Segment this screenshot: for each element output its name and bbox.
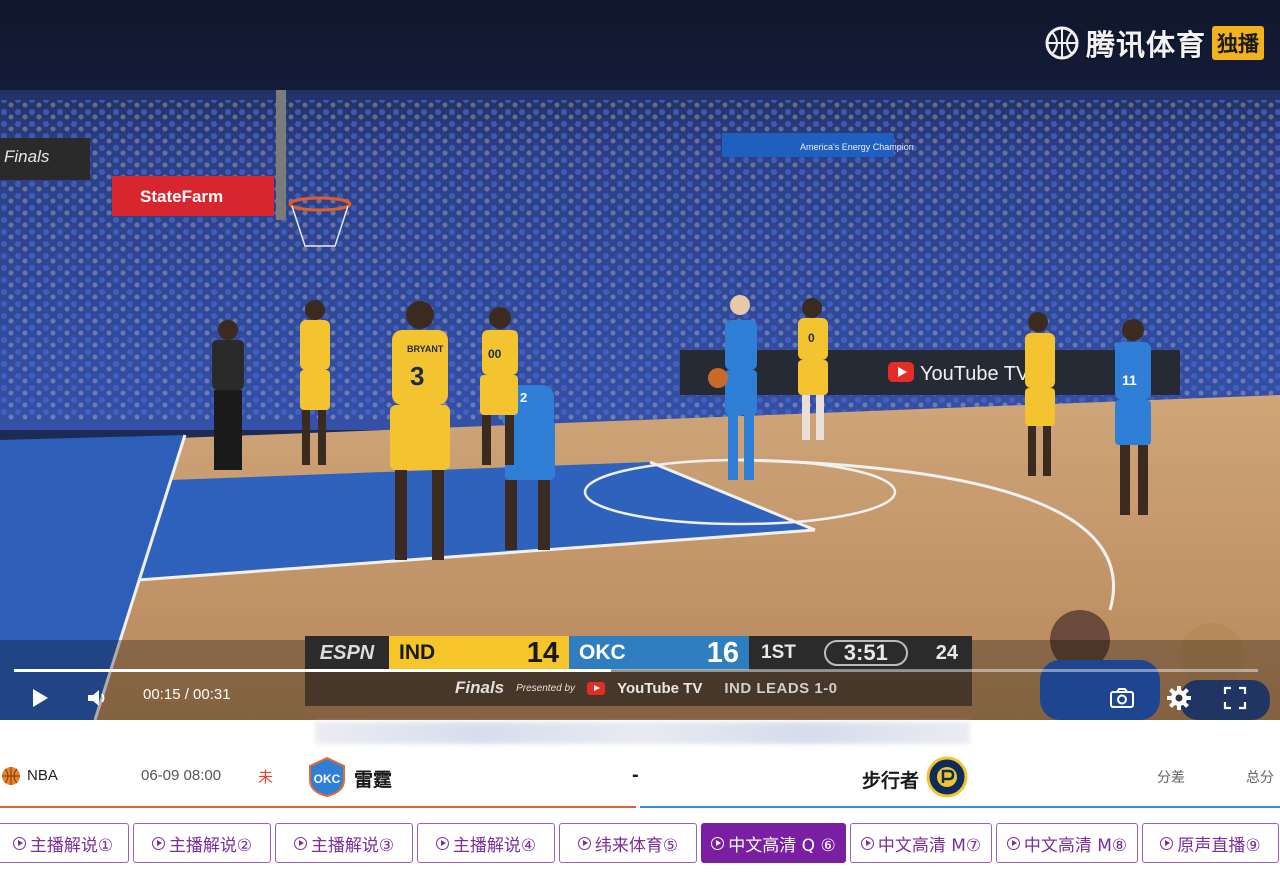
- youtube-icon: [587, 681, 606, 695]
- energy-banner: America's Energy Champion: [722, 133, 914, 157]
- league-name: NBA: [27, 767, 58, 784]
- time-display: 00:15 / 00:31: [143, 686, 231, 703]
- game-clock: 3:51: [823, 640, 908, 666]
- team2-abbr: OKC: [579, 641, 626, 664]
- gear-icon: [1167, 686, 1191, 710]
- pacers-logo-icon: [926, 756, 968, 798]
- svg-text:2: 2: [520, 390, 527, 405]
- team2-score: 16: [706, 636, 739, 669]
- play-icon: [33, 689, 48, 707]
- fullscreen-icon: [1223, 686, 1247, 710]
- finals-logo: Finals: [455, 678, 505, 697]
- okc-logo-icon: OKC: [309, 756, 345, 798]
- basketball-icon: [2, 767, 20, 785]
- video-frame: YouTube TV StateFarm Finals America's En…: [0, 0, 1280, 720]
- sponsor-name: YouTube TV: [617, 679, 703, 697]
- team2-score-box: OKC 16: [569, 636, 749, 670]
- progress-fill: [14, 669, 612, 672]
- total-label: 总分: [1246, 769, 1274, 785]
- network-logo: ESPN: [305, 636, 389, 670]
- team1-score: 14: [526, 636, 559, 669]
- stream-tab-1[interactable]: 主播解说①: [0, 823, 129, 863]
- play-circle-icon: [1160, 836, 1174, 850]
- score-separator: -: [632, 764, 639, 786]
- play-button[interactable]: [26, 684, 54, 712]
- svg-text:StateFarm: StateFarm: [140, 187, 223, 206]
- settings-button[interactable]: [1164, 683, 1194, 713]
- svg-text:America's Energy Champion: America's Energy Champion: [800, 142, 914, 152]
- svg-text:OKC: OKC: [314, 772, 341, 786]
- away-team-name: 步行者: [862, 771, 920, 792]
- statefarm-sign: StateFarm: [112, 176, 274, 216]
- play-circle-icon: [151, 836, 165, 850]
- game-period: 1ST: [761, 642, 796, 663]
- scorebug-footer: Finals Presented by YouTube TV IND LEADS…: [305, 670, 972, 706]
- camera-icon: [1110, 688, 1134, 708]
- volume-icon: [88, 690, 105, 706]
- fullscreen-button[interactable]: [1220, 683, 1250, 713]
- watermark-brand: 腾讯体育: [1085, 28, 1206, 62]
- stream-tab-3[interactable]: 主播解说③: [275, 823, 413, 863]
- stream-tab-9[interactable]: 原声直播⑨: [1142, 823, 1279, 863]
- video-player[interactable]: YouTube TV StateFarm Finals America's En…: [0, 0, 1280, 720]
- referee: [212, 320, 244, 470]
- svg-text:YouTube TV: YouTube TV: [920, 363, 1030, 385]
- stream-tab-4[interactable]: 主播解说④: [417, 823, 555, 863]
- screenshot-button[interactable]: [1107, 683, 1137, 713]
- svg-text:11: 11: [1122, 372, 1137, 388]
- series-status: IND LEADS 1-0: [724, 679, 838, 697]
- home-team-name: 雷霆: [354, 770, 393, 791]
- finals-sign: Finals: [0, 138, 90, 180]
- youtube-tv-sign: YouTube TV: [888, 362, 1030, 385]
- team1-score-box: IND 14: [389, 636, 569, 670]
- home-color-line: [0, 806, 636, 808]
- play-circle-icon: [1006, 836, 1020, 850]
- presented-by: Presented by: [516, 682, 576, 694]
- stream-tab-2[interactable]: 主播解说②: [133, 823, 271, 863]
- play-circle-icon: [12, 836, 26, 850]
- game-datetime: 06-09 08:00: [141, 767, 222, 784]
- play-circle-icon: [860, 836, 874, 850]
- play-circle-icon: [577, 836, 591, 850]
- away-color-line: [640, 806, 1280, 808]
- stream-tab-6[interactable]: 中文高清 Q ⑥: [701, 823, 846, 863]
- progress-bar[interactable]: [14, 669, 1258, 672]
- play-circle-icon: [435, 836, 449, 850]
- basketball-logo-icon: [1045, 26, 1079, 60]
- svg-text:Finals: Finals: [4, 147, 50, 166]
- svg-text:BRYANT: BRYANT: [407, 344, 444, 354]
- watermark-badge: 独播: [1212, 26, 1264, 60]
- tencent-sports-watermark: 腾讯体育 独播: [1044, 22, 1264, 64]
- play-circle-icon: [711, 836, 725, 850]
- stream-tab-5[interactable]: 纬来体育⑤: [559, 823, 697, 863]
- stream-tab-8[interactable]: 中文高清 M⑧: [996, 823, 1138, 863]
- svg-text:0: 0: [808, 331, 815, 345]
- game-info-bar[interactable]: NBA 06-09 08:00 未 OKC 雷霆 - 步行者 分差 总分: [0, 730, 1280, 808]
- shot-clock: 24: [935, 641, 958, 664]
- stream-tab-7[interactable]: 中文高清 M⑦: [850, 823, 992, 863]
- svg-text:3: 3: [410, 361, 424, 391]
- play-circle-icon: [293, 836, 307, 850]
- stream-tabs: 主播解说① 主播解说② 主播解说③ 主播解说④ 纬来体育⑤ 中文高清 Q ⑥ 中…: [0, 823, 1280, 863]
- clock-box: 1ST 3:51 24: [749, 636, 972, 670]
- spread-label: 分差: [1157, 769, 1185, 785]
- volume-button[interactable]: [84, 684, 112, 712]
- game-status: 未: [258, 769, 274, 786]
- svg-text:00: 00: [488, 347, 502, 361]
- team1-abbr: IND: [399, 641, 436, 664]
